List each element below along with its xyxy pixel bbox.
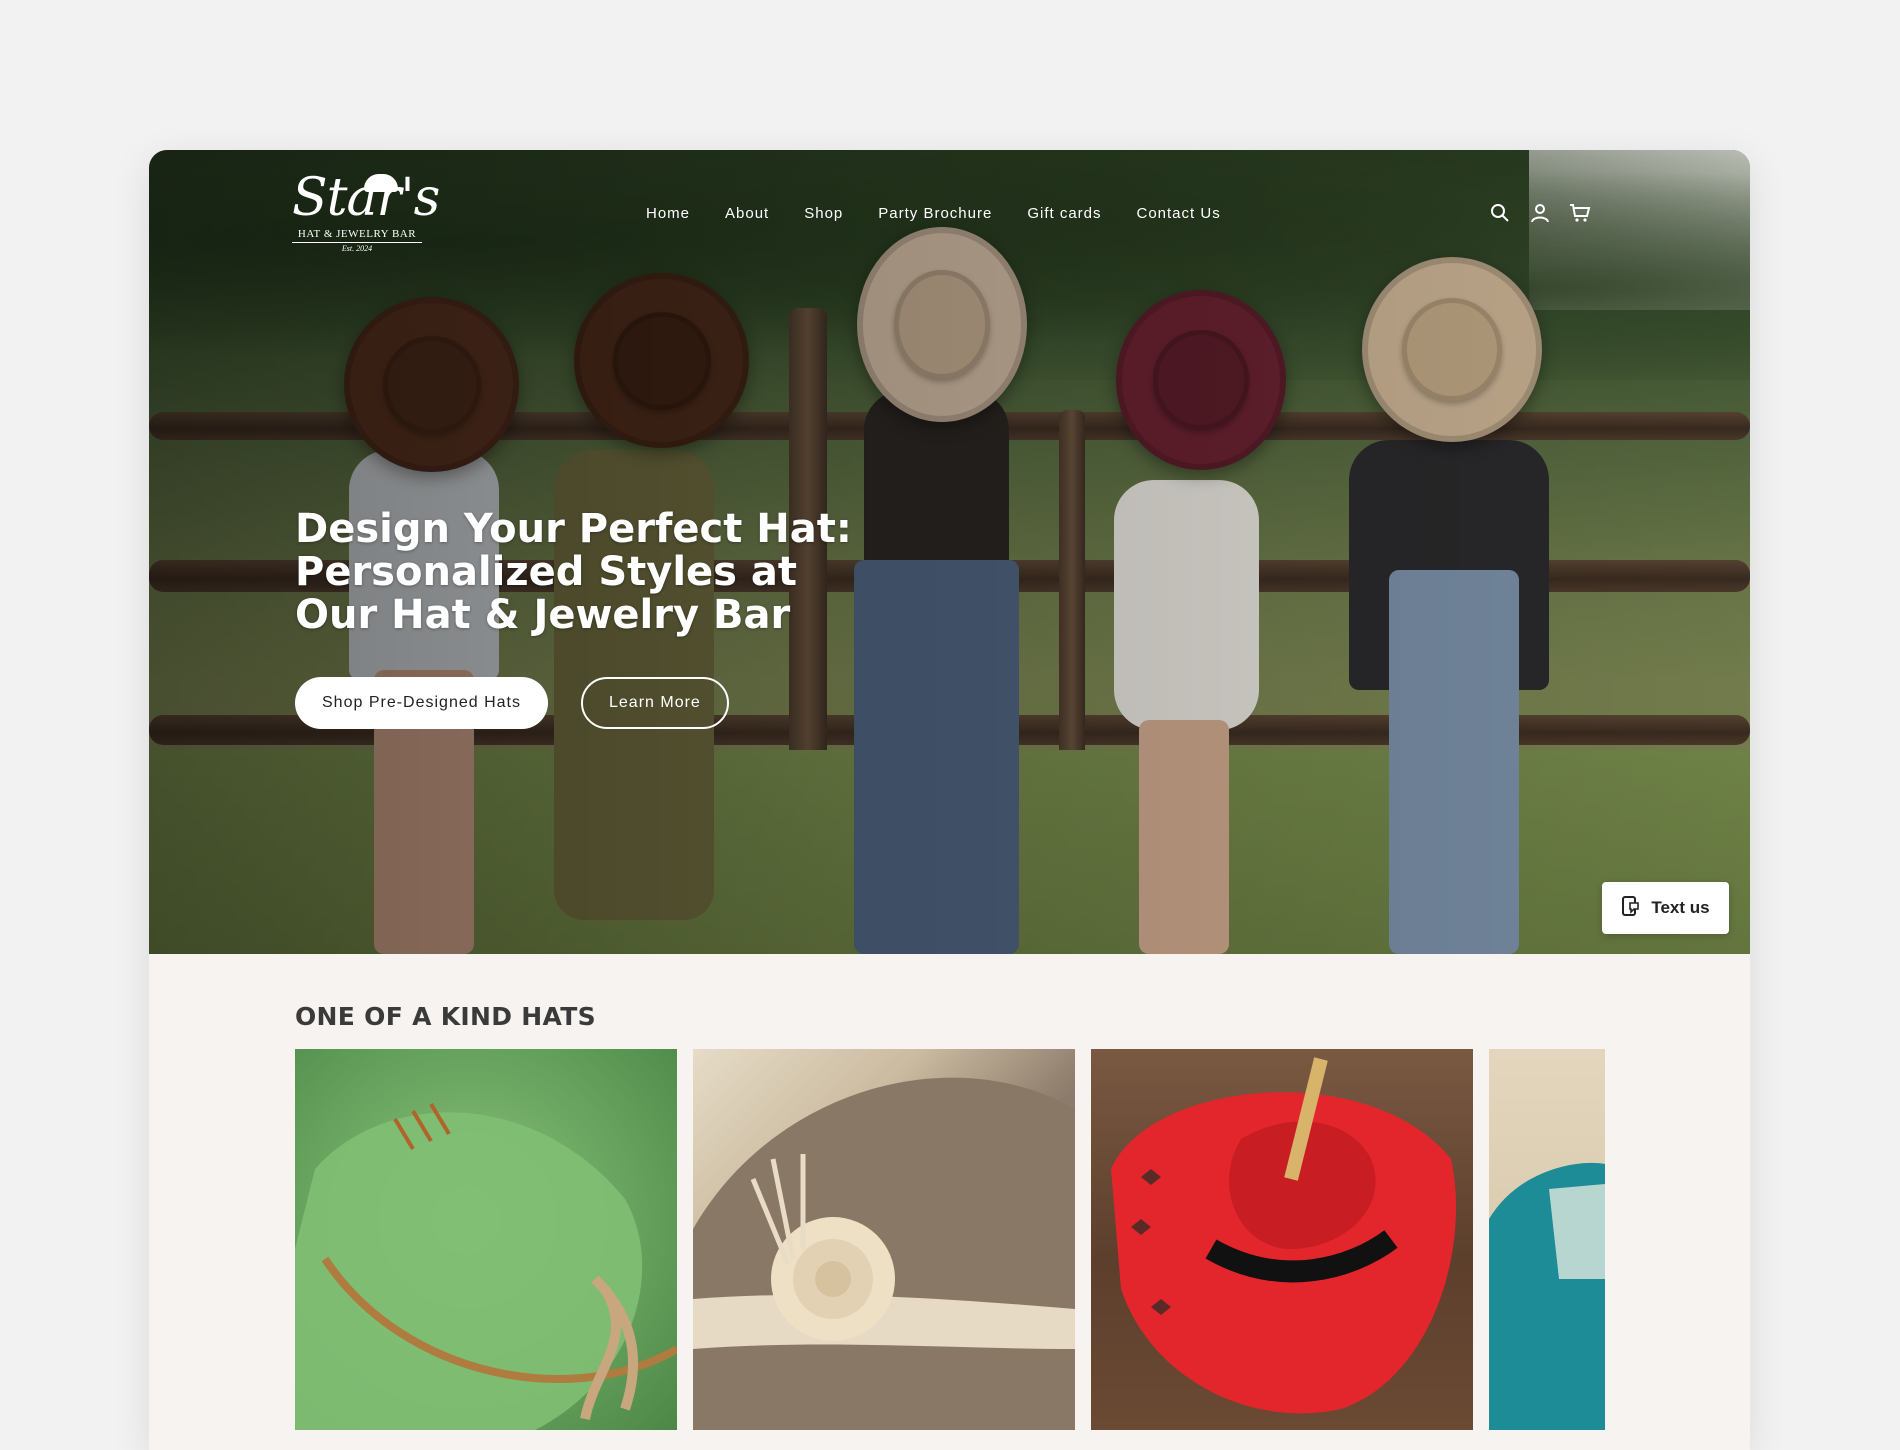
nav-contact-us[interactable]: Contact Us <box>1137 205 1221 222</box>
header-icons <box>1489 202 1591 224</box>
hat-logo-icon <box>364 174 398 192</box>
hero-headline: Design Your Perfect Hat: Personalized St… <box>295 506 852 638</box>
account-icon[interactable] <box>1529 202 1551 224</box>
hero-banner: Star's HAT & JEWELRY BAR Est. 2024 Home … <box>149 150 1750 954</box>
shop-pre-designed-hats-button[interactable]: Shop Pre-Designed Hats <box>295 677 548 729</box>
nav-about[interactable]: About <box>725 205 769 222</box>
nav-home[interactable]: Home <box>646 205 690 222</box>
learn-more-button[interactable]: Learn More <box>581 677 729 729</box>
logo-subtitle: HAT & JEWELRY BAR <box>297 228 417 240</box>
nav-shop[interactable]: Shop <box>804 205 843 222</box>
browser-frame: Star's HAT & JEWELRY BAR Est. 2024 Home … <box>149 150 1750 1450</box>
text-us-button[interactable]: Text us <box>1602 882 1729 934</box>
logo-established: Est. 2024 <box>292 242 422 253</box>
text-us-label: Text us <box>1651 898 1710 917</box>
search-icon[interactable] <box>1489 202 1511 224</box>
red-hat-image <box>1111 1057 1457 1414</box>
green-hat-image <box>295 1102 677 1430</box>
teal-hat-image <box>1489 1162 1605 1430</box>
red-hat-card[interactable] <box>1091 1049 1473 1430</box>
teal-hat-card[interactable] <box>1489 1049 1605 1430</box>
taupe-hat-card[interactable] <box>693 1049 1075 1430</box>
site-logo[interactable]: Star's HAT & JEWELRY BAR Est. 2024 <box>292 168 440 268</box>
green-hat-card[interactable] <box>295 1049 677 1430</box>
chat-phone-icon <box>1621 895 1641 922</box>
main-nav: Home About Shop Party Brochure Gift card… <box>646 205 1256 222</box>
nav-gift-cards[interactable]: Gift cards <box>1027 205 1101 222</box>
cart-icon[interactable] <box>1569 202 1591 224</box>
taupe-hat-image <box>693 1077 1075 1430</box>
nav-party-brochure[interactable]: Party Brochure <box>878 205 992 222</box>
logo-script: Star's <box>292 168 440 228</box>
collection-title: ONE OF A KIND HATS <box>295 1002 596 1031</box>
